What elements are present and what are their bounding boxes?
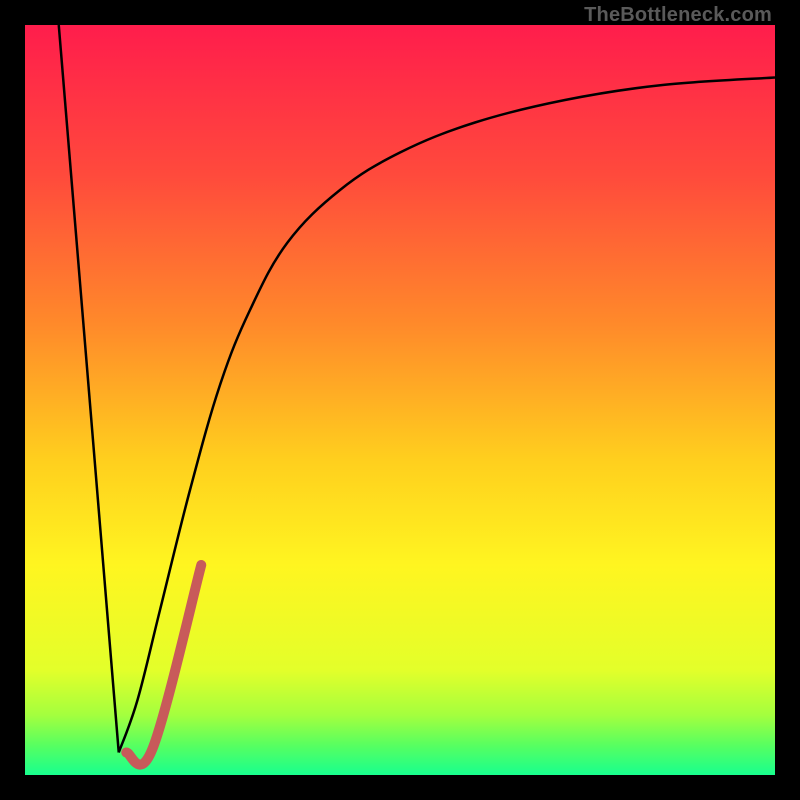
plot-area xyxy=(25,25,775,775)
curve-layer xyxy=(25,25,775,775)
chart-frame: TheBottleneck.com xyxy=(0,0,800,800)
watermark-label: TheBottleneck.com xyxy=(584,4,772,27)
series-left-descent xyxy=(59,25,119,753)
series-right-ascent-curve xyxy=(119,78,775,753)
